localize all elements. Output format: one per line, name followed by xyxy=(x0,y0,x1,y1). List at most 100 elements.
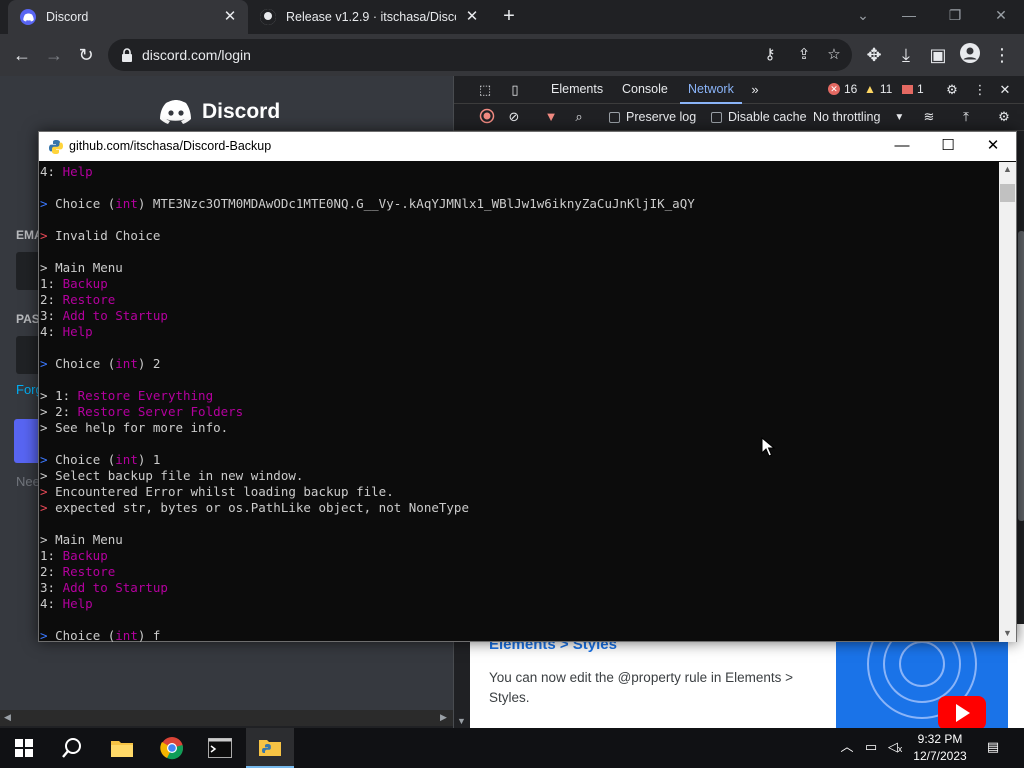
python-app-button[interactable] xyxy=(246,728,294,768)
tab-elements[interactable]: Elements xyxy=(551,82,603,96)
console-text: Encountered Error whilst loading backup … xyxy=(55,484,394,499)
device-toolbar-icon[interactable]: ▯ xyxy=(506,81,524,99)
more-tabs-icon[interactable]: » xyxy=(746,81,764,99)
tab-console[interactable]: Console xyxy=(622,82,668,96)
record-icon[interactable] xyxy=(478,108,496,126)
mouse-cursor-icon xyxy=(761,437,775,457)
throttling-select[interactable]: No throttling ▼ xyxy=(813,110,904,124)
console-window: github.com/itschasa/Discord-Backup — ☐ ✕… xyxy=(38,131,1017,642)
network-settings-icon[interactable]: ⚙ xyxy=(995,108,1013,126)
close-tab-icon[interactable]: ✕ xyxy=(222,9,238,25)
filter-icon[interactable]: ▼ xyxy=(542,108,560,126)
scroll-right-icon[interactable]: ▶ xyxy=(440,712,450,723)
back-icon[interactable]: ← xyxy=(10,43,34,67)
network-icon[interactable]: ▭ xyxy=(862,738,880,756)
extensions-icon[interactable]: ✥ xyxy=(862,43,886,67)
chrome-menu-icon[interactable]: ⋮ xyxy=(990,43,1014,67)
tab-discord[interactable]: Discord ✕ xyxy=(8,0,248,34)
scrollbar-thumb[interactable] xyxy=(1000,184,1015,202)
tab-network[interactable]: Network xyxy=(688,82,734,96)
console-maximize-icon[interactable]: ☐ xyxy=(933,135,963,157)
devtools-menu-icon[interactable]: ⋮ xyxy=(971,81,989,99)
disable-cache-box[interactable] xyxy=(711,111,722,123)
forward-icon[interactable]: → xyxy=(42,43,66,67)
taskbar-clock[interactable]: 9:32 PM 12/7/2023 xyxy=(904,731,976,765)
console-line: > 2: Restore Server Folders xyxy=(40,404,243,420)
disable-cache-label: Disable cache xyxy=(728,110,807,124)
tab-search-icon[interactable]: ⌄ xyxy=(850,4,876,26)
console-text: Choice ( xyxy=(55,196,116,211)
console-highlight-text: Add to Startup xyxy=(62,580,168,595)
clock-time: 9:32 PM xyxy=(917,732,963,746)
minimize-icon[interactable]: — xyxy=(896,4,922,26)
console-scrollbar[interactable]: ▲ ▼ xyxy=(999,162,1016,642)
console-text: Select backup file in new window. xyxy=(55,468,304,483)
console-minimize-icon[interactable]: — xyxy=(887,135,917,157)
new-tab-button[interactable]: + xyxy=(498,5,520,27)
need-account-text: Nee xyxy=(16,474,40,489)
preserve-log-checkbox[interactable]: Preserve log xyxy=(609,110,696,124)
discord-icon xyxy=(20,9,36,25)
warning-count-badge[interactable]: ▲ 11 xyxy=(864,82,892,96)
console-line: 3: Add to Startup xyxy=(40,308,168,324)
network-conditions-icon[interactable]: ≋ xyxy=(920,108,938,126)
console-highlight-text: Help xyxy=(62,164,93,179)
prompt-marker: > xyxy=(40,356,56,371)
start-button[interactable] xyxy=(0,728,48,768)
share-icon[interactable]: ⇪ xyxy=(794,45,814,65)
console-line: 1: Backup xyxy=(40,276,108,292)
notifications-icon[interactable]: ▤ xyxy=(984,738,1002,756)
disable-cache-checkbox[interactable]: Disable cache xyxy=(711,110,807,124)
prompt-marker: > xyxy=(40,532,56,547)
console-highlight-text: int xyxy=(115,628,138,642)
error-count-badge[interactable]: ✕ 16 xyxy=(828,82,857,96)
side-panel-icon[interactable]: ▣ xyxy=(926,43,950,67)
discord-wordmark-icon xyxy=(160,100,191,124)
reload-icon[interactable]: ↻ xyxy=(74,43,98,67)
address-bar[interactable]: discord.com/login ⚷ ⇪ ☆ xyxy=(108,39,852,71)
devtools-settings-icon[interactable]: ⚙ xyxy=(943,81,961,99)
volume-muted-icon[interactable]: ◁ₓ xyxy=(886,738,904,756)
scroll-down-icon[interactable]: ▼ xyxy=(457,716,466,726)
console-line: > Main Menu xyxy=(40,260,123,276)
discord-logo: Discord xyxy=(160,100,280,124)
chrome-button[interactable] xyxy=(148,728,196,768)
import-har-icon[interactable]: ⤒ xyxy=(957,108,975,126)
tab-github-title: Release v1.2.9 · itschasa/Discord- xyxy=(286,10,456,24)
key-icon[interactable]: ⚷ xyxy=(760,45,780,65)
download-icon[interactable]: ⤓ xyxy=(894,43,918,67)
console-highlight-text: Restore Server Folders xyxy=(77,404,244,419)
restore-icon[interactable]: ❐ xyxy=(942,4,968,26)
issues-count-badge[interactable]: 1 xyxy=(902,82,924,96)
console-highlight-text: Backup xyxy=(62,276,108,291)
console-highlight-text: Backup xyxy=(62,548,108,563)
prompt-marker: > xyxy=(40,404,56,419)
close-tab-icon[interactable]: ✕ xyxy=(464,9,480,25)
prompt-marker: > xyxy=(40,420,56,435)
circles-graphic-icon xyxy=(836,638,1008,728)
preserve-log-label: Preserve log xyxy=(626,110,697,124)
tab-github-release[interactable]: Release v1.2.9 · itschasa/Discord- ✕ xyxy=(250,0,490,34)
scroll-left-icon[interactable]: ◀ xyxy=(4,712,14,723)
console-close-icon[interactable]: ✕ xyxy=(978,135,1008,157)
terminal-button[interactable] xyxy=(196,728,244,768)
preserve-log-box[interactable] xyxy=(609,111,620,123)
close-window-icon[interactable]: ✕ xyxy=(988,4,1014,26)
bookmark-star-icon[interactable]: ☆ xyxy=(824,45,844,65)
devtools-close-icon[interactable]: ✕ xyxy=(996,81,1014,99)
whats-new-video-thumbnail[interactable] xyxy=(836,638,1008,728)
search-button[interactable] xyxy=(48,728,96,768)
console-titlebar[interactable]: github.com/itschasa/Discord-Backup — ☐ ✕ xyxy=(39,132,1016,161)
console-output[interactable]: 4: Help > Choice (int) MTE3Nzc3OTM0MDAwOD… xyxy=(39,162,999,642)
profile-avatar-icon[interactable] xyxy=(958,43,982,67)
search-icon[interactable]: ⌕ xyxy=(570,108,588,126)
page-horizontal-scrollbar[interactable]: ◀ ▶ xyxy=(0,710,453,726)
file-explorer-button[interactable] xyxy=(98,728,146,768)
console-line: > expected str, bytes or os.PathLike obj… xyxy=(40,500,469,516)
scroll-up-icon[interactable]: ▲ xyxy=(999,164,1016,174)
clear-icon[interactable]: ⊘ xyxy=(505,108,523,126)
scroll-down-icon[interactable]: ▼ xyxy=(999,628,1016,638)
inspect-element-icon[interactable]: ⬚ xyxy=(476,81,494,99)
devtools-scrollbar[interactable] xyxy=(1018,231,1024,521)
show-hidden-icons-icon[interactable]: ︿ xyxy=(838,738,856,756)
